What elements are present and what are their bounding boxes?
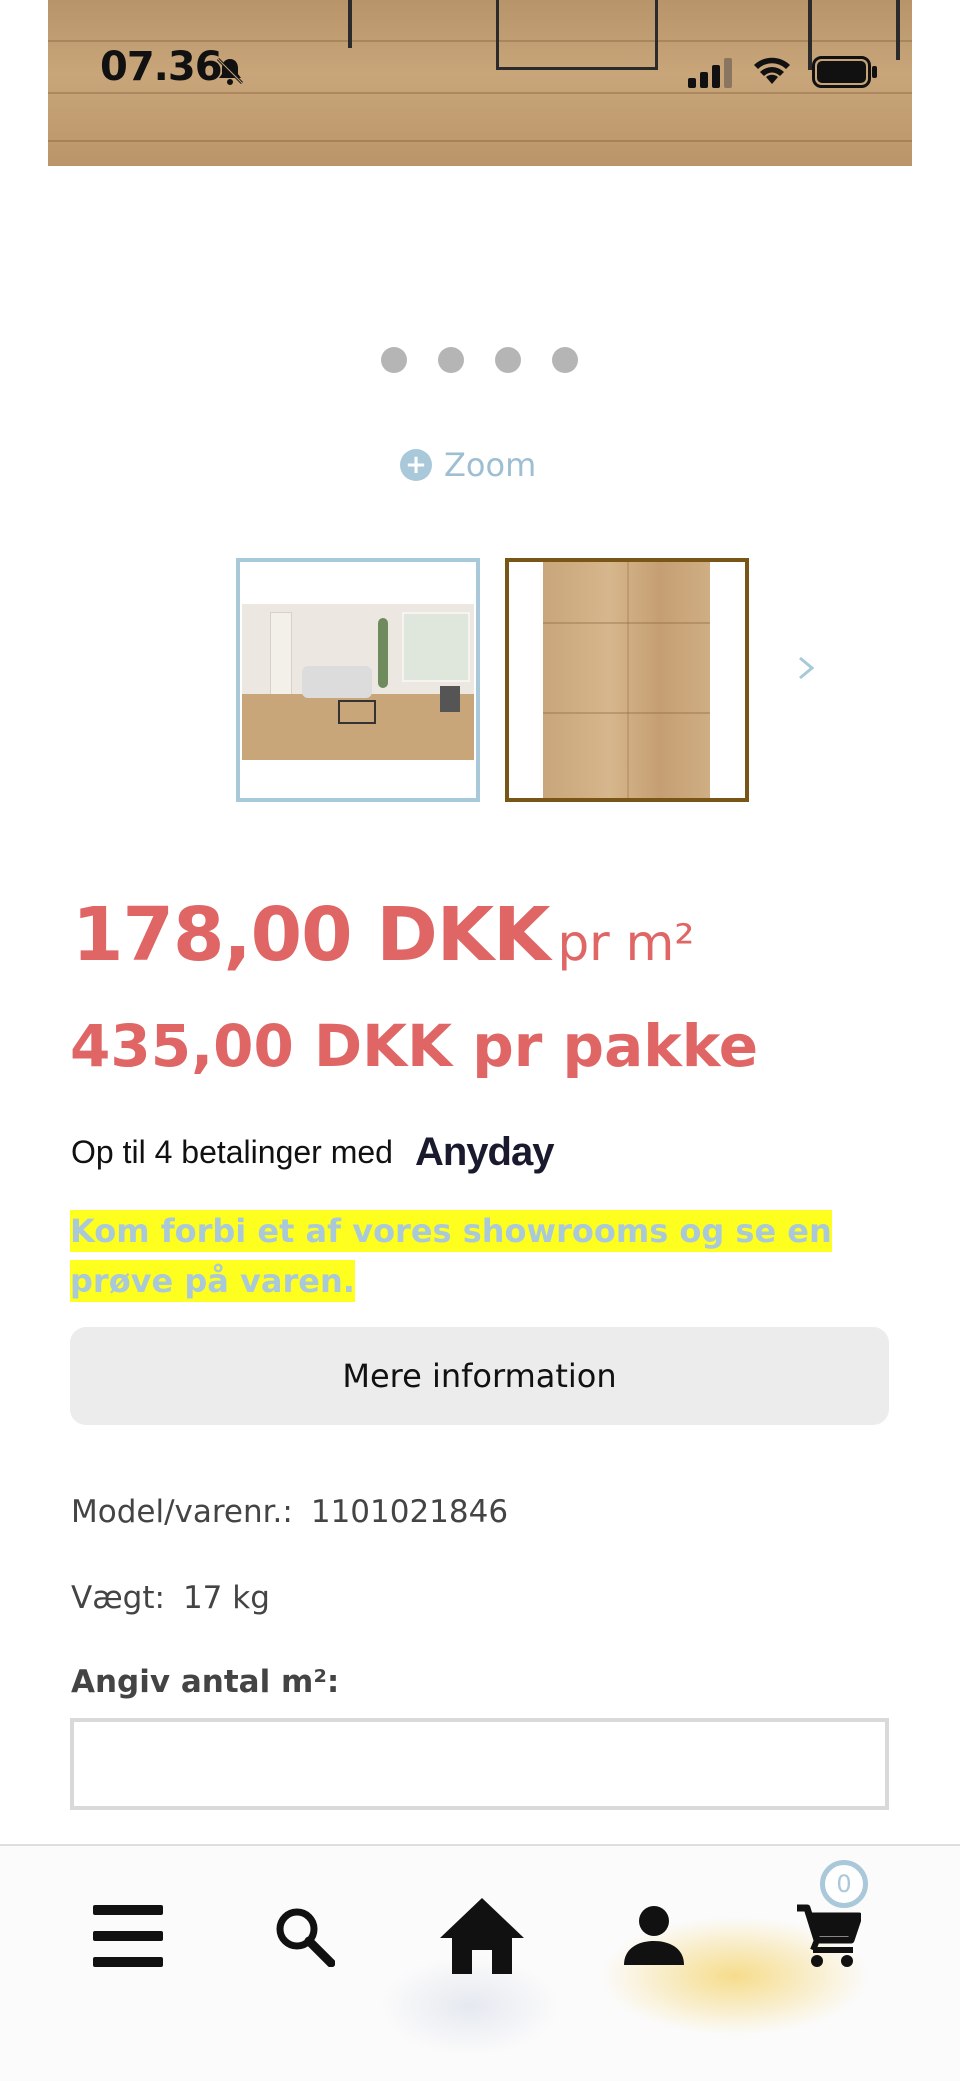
bottom-nav: 0 xyxy=(0,1844,960,2081)
price-per-m2-amount: 178,00 DKK xyxy=(72,892,550,978)
quantity-label: Angiv antal m²: xyxy=(71,1664,340,1700)
home-icon xyxy=(440,1898,524,1974)
model-spec: Model/varenr.: 1101021846 xyxy=(71,1494,508,1530)
account-icon xyxy=(624,1906,684,1965)
carousel-dot[interactable] xyxy=(438,347,464,373)
thumbnail-plank[interactable] xyxy=(505,558,749,802)
plus-circle-icon: + xyxy=(400,449,432,481)
more-information-button[interactable]: Mere information xyxy=(70,1327,889,1425)
model-label: Model/varenr.: xyxy=(71,1494,293,1530)
quantity-input[interactable] xyxy=(70,1718,889,1810)
menu-icon xyxy=(93,1905,163,1967)
showroom-note-text: Kom forbi et af vores showrooms og se en… xyxy=(70,1210,832,1302)
bell-muted-icon xyxy=(216,57,244,85)
plank-photo xyxy=(543,562,710,798)
zoom-button[interactable]: + Zoom xyxy=(400,446,536,484)
battery-icon xyxy=(812,56,877,88)
price-per-pack: 435,00 DKK pr pakke xyxy=(70,1012,759,1080)
weight-label: Vægt: xyxy=(71,1580,165,1616)
room-photo xyxy=(242,604,474,760)
model-value: 1101021846 xyxy=(310,1494,509,1530)
financing-text: Op til 4 betalinger med xyxy=(71,1134,393,1170)
price-per-m2-unit: pr m² xyxy=(557,914,695,972)
wifi-icon xyxy=(754,57,790,84)
home-button[interactable] xyxy=(432,1886,532,1986)
account-button[interactable] xyxy=(604,1886,704,1986)
price-per-m2: 178,00 DKK pr m² xyxy=(72,892,694,978)
search-button[interactable] xyxy=(254,1886,354,1986)
coffee-table-shape xyxy=(496,0,658,70)
search-icon xyxy=(276,1908,335,1967)
chevron-right-icon[interactable] xyxy=(792,650,820,686)
carousel-dot[interactable] xyxy=(381,347,407,373)
financing-row: Op til 4 betalinger med Anyday xyxy=(71,1130,554,1175)
carousel-dot[interactable] xyxy=(495,347,521,373)
status-time: 07.36 xyxy=(100,44,223,90)
carousel-dots xyxy=(381,347,578,373)
anyday-logo[interactable]: Anyday xyxy=(415,1130,554,1175)
menu-button[interactable] xyxy=(78,1886,178,1986)
zoom-label: Zoom xyxy=(444,446,537,484)
weight-spec: Vægt: 17 kg xyxy=(71,1580,270,1616)
carousel-dot[interactable] xyxy=(552,347,578,373)
signal-icon xyxy=(688,58,732,88)
showroom-note: Kom forbi et af vores showrooms og se en… xyxy=(70,1206,890,1306)
cart-icon xyxy=(797,1904,861,1967)
thumbnail-room[interactable] xyxy=(236,558,480,802)
weight-value: 17 kg xyxy=(182,1580,270,1616)
cart-count-badge: 0 xyxy=(820,1860,868,1908)
